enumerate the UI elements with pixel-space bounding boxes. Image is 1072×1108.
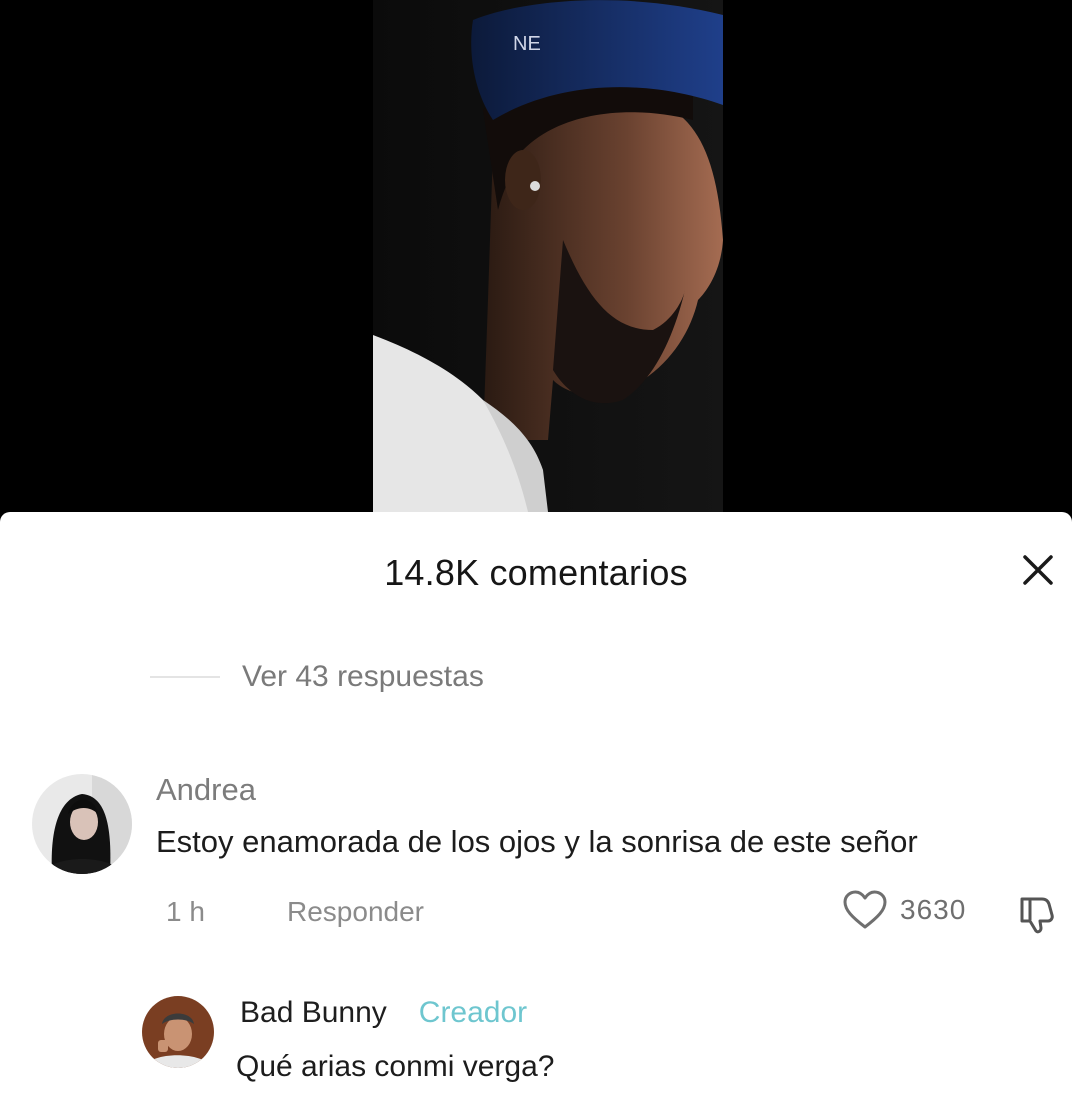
creator-avatar-image <box>142 996 214 1068</box>
user-avatar-image <box>32 774 132 874</box>
like-button[interactable]: 3630 <box>842 890 966 930</box>
replies-divider <box>150 676 220 678</box>
creator-name-row: Bad Bunny Creador <box>240 996 527 1030</box>
video-frame[interactable]: NE <box>373 0 723 512</box>
like-count: 3630 <box>900 894 967 925</box>
comment-timestamp: 1 h <box>166 896 205 927</box>
view-replies-button[interactable]: Ver 43 respuestas <box>150 657 484 697</box>
close-button[interactable] <box>1016 548 1060 592</box>
comments-sheet: 14.8K comentarios Ver 43 respuestas Andr… <box>0 512 1072 1108</box>
view-replies-label: Ver 43 respuestas <box>242 660 484 693</box>
video-player[interactable]: NE <box>0 0 1072 512</box>
comment-username[interactable]: Andrea <box>156 772 256 808</box>
avatar[interactable] <box>32 774 132 874</box>
thumbs-down-icon <box>1020 897 1054 934</box>
comment-text: Estoy enamorada de los ojos y la sonrisa… <box>156 824 918 859</box>
avatar[interactable] <box>142 996 214 1068</box>
video-thumbnail: NE <box>373 0 723 512</box>
close-icon <box>1023 555 1053 585</box>
svg-text:NE: NE <box>513 33 541 55</box>
reply-username[interactable]: Bad Bunny <box>240 996 387 1030</box>
dislike-button[interactable] <box>1018 895 1058 935</box>
reply-button[interactable]: Responder <box>287 896 424 928</box>
heart-outline-icon <box>843 890 887 929</box>
creator-badge: Creador <box>418 996 528 1029</box>
comments-count-title: 14.8K comentarios <box>384 552 688 593</box>
reply-text: Qué arias conmi verga? <box>236 1050 555 1083</box>
